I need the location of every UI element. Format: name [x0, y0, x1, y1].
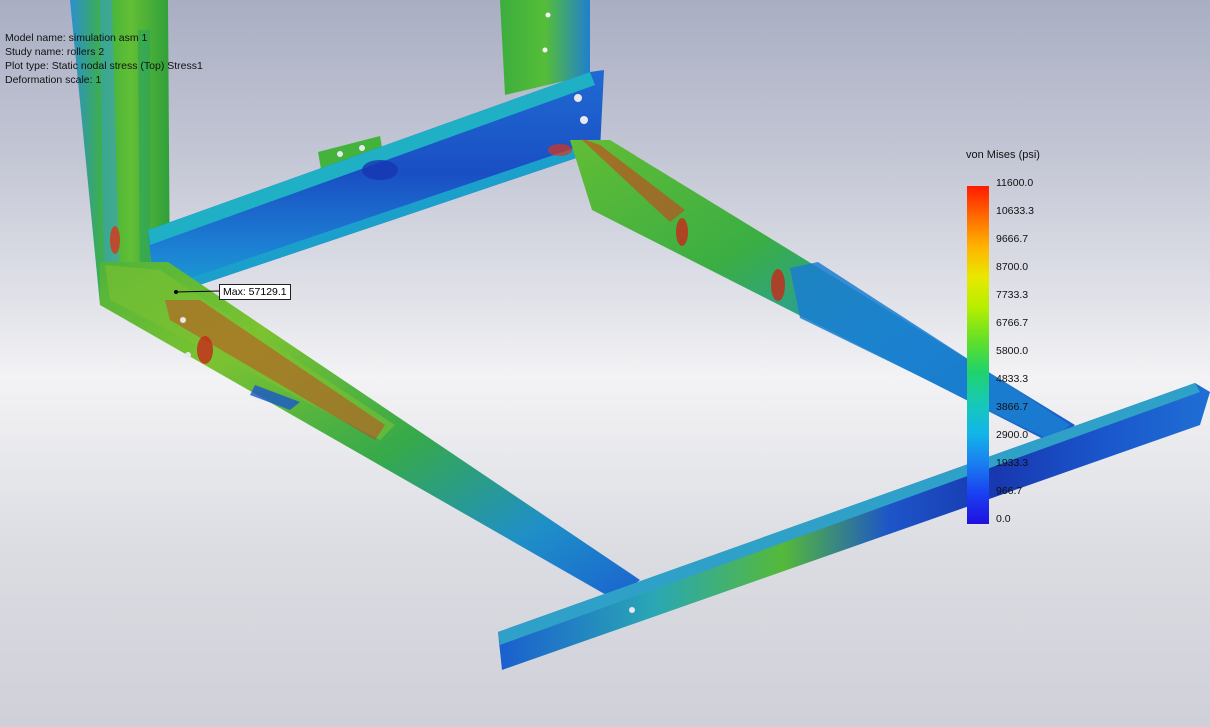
legend-tick-label: 1933.3 [996, 457, 1029, 469]
left-side-rail [100, 262, 640, 600]
legend-tick-label: 4833.3 [996, 373, 1029, 385]
plot-type-text: Plot type: Static nodal stress (Top) Str… [5, 60, 203, 72]
deformation-scale-text: Deformation scale: 1 [5, 74, 102, 86]
legend-tick-label: 8700.0 [996, 261, 1029, 273]
legend-tick-label: 6766.7 [996, 317, 1029, 329]
back-cross-beam [148, 70, 604, 300]
legend-color-bar [967, 186, 989, 524]
legend-tick-label: 9666.7 [996, 233, 1029, 245]
legend-tick-label: 3866.7 [996, 401, 1029, 413]
front-cross-beam [498, 383, 1210, 670]
legend-tick-label: 0.0 [996, 513, 1011, 525]
legend-tick-label: 10633.3 [996, 205, 1034, 217]
legend-tick-label: 11600.0 [996, 177, 1034, 189]
legend-tick-label: 7733.3 [996, 289, 1029, 301]
legend-tick-label: 2900.0 [996, 429, 1029, 441]
study-info-block: Model name: simulation asm 1 Study name:… [5, 31, 203, 87]
legend-tick-label: 5800.0 [996, 345, 1029, 357]
model-viewport[interactable] [0, 0, 1210, 727]
study-name-text: Study name: rollers 2 [5, 46, 105, 58]
legend-tick-label: 966.7 [996, 485, 1023, 497]
legend-title: von Mises (psi) [966, 149, 1040, 161]
max-stress-label[interactable]: Max: 57129.1 [219, 284, 291, 300]
model-name-text: Model name: simulation asm 1 [5, 32, 148, 44]
